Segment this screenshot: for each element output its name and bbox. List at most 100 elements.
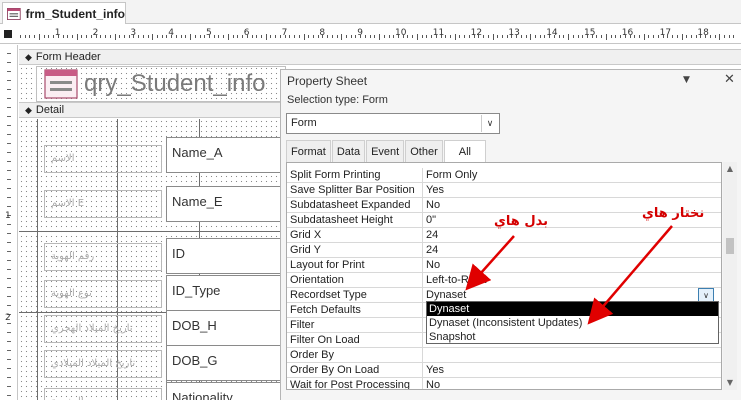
property-name: Order By <box>287 348 423 363</box>
property-row[interactable]: Wait for Post Processing No <box>287 378 721 389</box>
ruler-tick <box>38 34 40 40</box>
label-name-a[interactable]: الاسم <box>44 145 162 173</box>
ruler-tick <box>218 35 220 38</box>
ruler-tick <box>251 35 253 38</box>
property-name: Split Form Printing <box>287 168 423 183</box>
ruler-tick <box>520 35 522 38</box>
scroll-down-icon[interactable]: ▼ <box>723 376 737 390</box>
property-value[interactable]: Left-to-Right <box>424 273 720 288</box>
property-value[interactable]: 24 <box>424 228 720 243</box>
ruler-tick <box>346 35 348 38</box>
ruler-tick <box>256 35 258 38</box>
form-header-bar[interactable]: ◆ Form Header <box>19 49 741 65</box>
ruler-tick <box>407 35 409 38</box>
field-id[interactable]: ID <box>166 238 282 274</box>
label-id[interactable]: رقم الهوية <box>44 243 162 271</box>
ruler-tick <box>7 98 11 99</box>
property-name: Subdatasheet Expanded <box>287 198 423 213</box>
ruler-tick <box>610 35 612 38</box>
ruler-tick <box>24 35 26 38</box>
form-header-title[interactable]: qry_Student_info <box>84 70 284 102</box>
property-value[interactable]: No <box>424 378 720 389</box>
property-value[interactable] <box>424 348 720 363</box>
ruler-tick <box>138 35 140 38</box>
property-row[interactable]: Order By <box>287 348 721 363</box>
property-name: Filter <box>287 318 423 333</box>
ruler-tick <box>379 34 381 40</box>
property-name: Recordset Type <box>287 288 423 303</box>
field-name-a[interactable]: Name_A <box>166 137 282 173</box>
property-row[interactable]: Grid Y 24 <box>287 243 721 258</box>
property-row[interactable]: Orientation Left-to-Right <box>287 273 721 288</box>
property-row[interactable]: Split Form Printing Form Only <box>287 168 721 183</box>
tab-data[interactable]: Data <box>331 140 366 162</box>
ruler-tick <box>7 188 11 189</box>
recordset-type-dropdown[interactable]: Dynaset Dynaset (Inconsistent Updates) S… <box>426 301 719 344</box>
property-value[interactable]: Yes <box>424 183 720 198</box>
ruler-tick <box>449 35 451 38</box>
pane-menu-icon[interactable]: ▼ <box>683 75 690 85</box>
tab-other[interactable]: Other <box>405 140 443 162</box>
ruler-tick <box>67 35 69 38</box>
ruler-tick <box>648 35 650 38</box>
document-tab[interactable]: frm_Student_info <box>2 2 126 24</box>
ruler-tick <box>676 35 678 38</box>
ruler-tick <box>7 134 11 135</box>
scrollbar-thumb[interactable] <box>726 238 734 254</box>
property-row[interactable]: Order By On Load Yes <box>287 363 721 378</box>
ruler-tick <box>48 35 50 38</box>
chevron-down-icon[interactable]: ∨ <box>481 115 498 132</box>
property-value[interactable]: Yes <box>424 363 720 378</box>
ruler-tick <box>185 35 187 38</box>
property-row[interactable]: Save Splitter Bar Position Yes <box>287 183 721 198</box>
ruler-tick <box>81 35 83 38</box>
ruler-number: 4 <box>168 28 174 38</box>
ruler-tick <box>572 35 574 38</box>
ruler-tick <box>596 35 598 38</box>
property-scrollbar[interactable]: ▲ ▼ <box>723 162 737 390</box>
form-logo-icon[interactable] <box>44 69 78 99</box>
property-name: Save Splitter Bar Position <box>287 183 423 198</box>
property-value[interactable]: Form Only <box>424 168 720 183</box>
label-dob-h[interactable]: تاريخ الميلاد الهجري <box>44 315 162 343</box>
label-id-type[interactable]: نوع الهوية <box>44 280 162 308</box>
property-name: Grid X <box>287 228 423 243</box>
ruler-corner[interactable] <box>4 30 12 38</box>
dropdown-option-snapshot[interactable]: Snapshot <box>427 330 718 344</box>
label-nationality[interactable]: الجنسية <box>44 388 162 400</box>
property-value[interactable]: No <box>424 258 720 273</box>
field-dob-g[interactable]: DOB_G <box>166 345 282 381</box>
ruler-tick <box>199 35 201 38</box>
property-name: Orientation <box>287 273 423 288</box>
ruler-tick <box>7 161 11 162</box>
field-nationality[interactable]: Nationality <box>166 382 282 400</box>
property-value[interactable]: 24 <box>424 243 720 258</box>
property-row[interactable]: Layout for Print No <box>287 258 721 273</box>
ruler-tick <box>724 35 726 38</box>
ruler-tick <box>265 34 267 40</box>
tab-format[interactable]: Format <box>286 140 331 162</box>
ruler-number: 14 <box>546 28 558 38</box>
dropdown-option-dynaset-inconsistent[interactable]: Dynaset (Inconsistent Updates) <box>427 316 718 330</box>
scroll-up-icon[interactable]: ▲ <box>723 162 737 176</box>
field-id-type[interactable]: ID_Type <box>166 275 282 311</box>
dropdown-option-dynaset[interactable]: Dynaset <box>427 302 718 316</box>
tab-all[interactable]: All <box>443 140 486 163</box>
ruler-tick <box>483 35 485 38</box>
ruler-tick <box>7 395 11 396</box>
property-row[interactable]: Grid X 24 <box>287 228 721 243</box>
object-selector[interactable]: Form ∨ <box>286 113 500 134</box>
field-dob-h[interactable]: DOB_H <box>166 310 282 346</box>
close-icon[interactable]: ✕ <box>724 72 735 87</box>
ruler-tick <box>7 323 11 324</box>
label-name-e[interactable]: الاسم E <box>44 190 162 218</box>
ruler-tick <box>123 35 125 38</box>
ruler-tick <box>43 35 45 38</box>
label-dob-g[interactable]: تاريخ الميلاد الميلادي <box>44 350 162 378</box>
form-header-label: Form Header <box>35 51 101 63</box>
ruler-number: 8 <box>319 28 326 38</box>
document-tab-bar: frm_Student_info <box>0 0 741 24</box>
section-collapse-icon: ◆ <box>25 51 32 62</box>
tab-event[interactable]: Event <box>366 140 405 162</box>
field-name-e[interactable]: Name_E <box>166 186 282 222</box>
